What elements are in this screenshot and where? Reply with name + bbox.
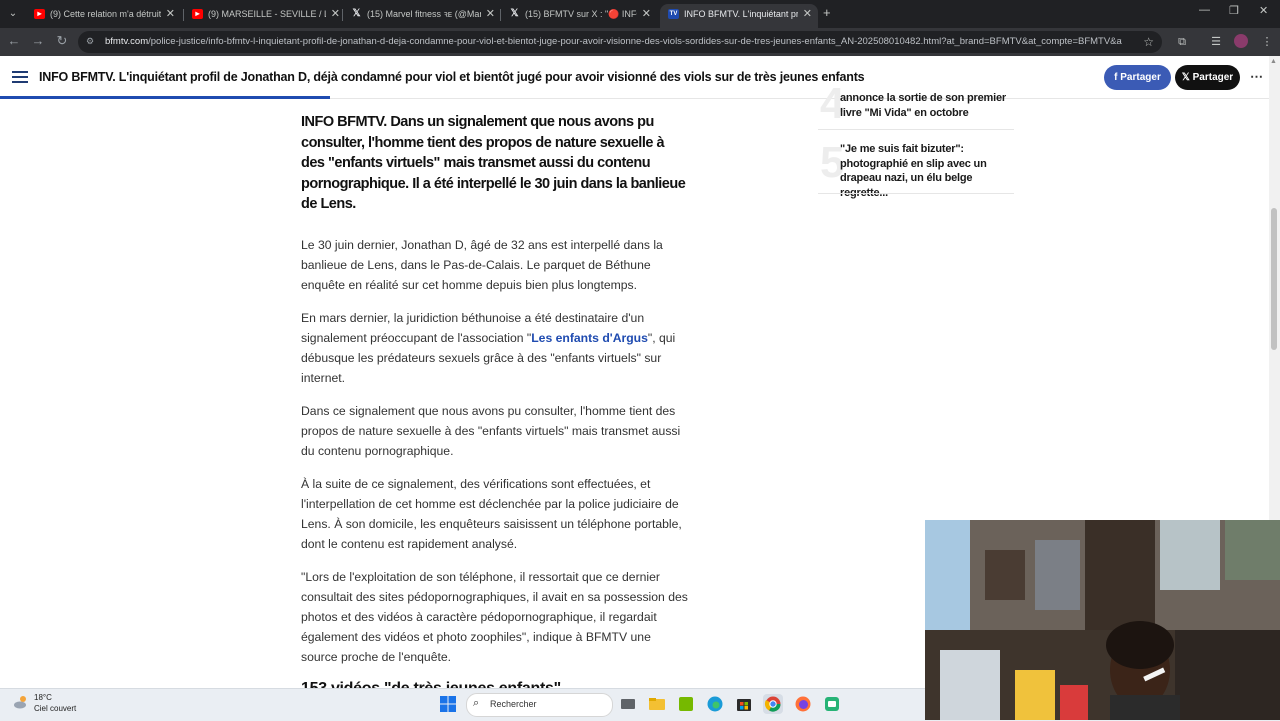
webcam-overlay xyxy=(925,520,1280,720)
browser-menu-icon[interactable]: ⋮ xyxy=(1260,35,1274,49)
bfmtv-icon: TV xyxy=(668,9,679,19)
nvidia-icon[interactable] xyxy=(676,694,696,714)
microsoft-store-icon[interactable] xyxy=(734,694,754,714)
browser-tab-4[interactable]: 𝕏 (15) BFMTV sur X : "🔴 INFO BF ✕ xyxy=(501,4,657,28)
sidebar-item-5[interactable]: 5 "Je me suis fait bizuter": photographi… xyxy=(818,141,1014,199)
url-path: /police-justice/info-bfmtv-l-inquietant-… xyxy=(148,36,1122,47)
chrome-browser-icon[interactable] xyxy=(763,694,783,714)
messaging-app-icon[interactable] xyxy=(822,694,842,714)
tab-strip: ⌄ ▸ (9) Cette relation m'a détruite - ✕ … xyxy=(0,0,1280,28)
search-placeholder: Rechercher xyxy=(490,699,537,709)
article-paragraph-5: "Lors de l'exploitation de son téléphone… xyxy=(301,569,688,664)
browser-tab-2[interactable]: ▸ (9) MARSEILLE - SEVILLE / LIVE M ✕ xyxy=(184,4,346,28)
forward-icon[interactable]: → xyxy=(29,32,47,50)
article-paragraph-1: Le 30 juin dernier, Jonathan D, âgé de 3… xyxy=(301,237,663,292)
browser-toolbar: ← → ↻ ⚙ bfmtv.com/police-justice/info-bf… xyxy=(0,28,1280,56)
youtube-icon: ▸ xyxy=(192,9,203,19)
close-tab-icon[interactable]: ✕ xyxy=(803,4,812,24)
sidebar-item-title[interactable]: "Je me suis fait bizuter": photographié … xyxy=(840,142,1015,200)
share-facebook-label: Partager xyxy=(1120,72,1161,83)
bookmark-star-icon[interactable]: ☆ xyxy=(1143,31,1154,53)
close-tab-icon[interactable]: ✕ xyxy=(642,4,651,24)
taskbar-search-box[interactable]: ⌕ Rechercher xyxy=(466,693,613,717)
tab-search-chevron-icon[interactable]: ⌄ xyxy=(4,5,22,23)
weather-temperature: 18°C xyxy=(34,693,52,702)
article-chapo: INFO BFMTV. Dans un signalement que nous… xyxy=(301,114,686,212)
share-facebook-button[interactable]: f Partager xyxy=(1104,65,1171,90)
close-tab-icon[interactable]: ✕ xyxy=(486,4,495,24)
article-paragraph-2: En mars dernier, la juridiction béthunoi… xyxy=(301,308,689,388)
tab-title: (9) MARSEILLE - SEVILLE / LIVE M xyxy=(208,9,326,19)
article-body: INFO BFMTV. Dans un signalement que nous… xyxy=(301,112,689,698)
weather-description: Ciel couvert xyxy=(34,704,77,713)
youtube-icon: ▸ xyxy=(34,9,45,19)
sidebar-divider xyxy=(818,129,1014,130)
tab-title: (15) Marvel fitness ꝛᴇ (@Marvel xyxy=(367,9,481,19)
tab-title: INFO BFMTV. L'inquiétant profil xyxy=(684,9,798,19)
browser-tab-5[interactable]: TV INFO BFMTV. L'inquiétant profil ✕ xyxy=(660,4,818,28)
scrollbar-thumb[interactable] xyxy=(1271,208,1277,350)
search-icon: ⌕ xyxy=(473,697,480,709)
browser-tab-1[interactable]: ▸ (9) Cette relation m'a détruite - ✕ xyxy=(26,4,181,28)
new-tab-icon[interactable]: + xyxy=(823,5,831,20)
sidebar-divider xyxy=(818,193,1014,194)
hamburger-menu-icon[interactable] xyxy=(12,71,28,83)
site-info-icon[interactable]: ⚙ xyxy=(86,36,96,46)
header-article-title: INFO BFMTV. L'inquiétant profil de Jonat… xyxy=(39,70,865,84)
reading-progress-bar xyxy=(0,96,330,99)
close-window-icon[interactable]: ✕ xyxy=(1259,4,1268,17)
scroll-up-arrow-icon[interactable]: ▲ xyxy=(1270,58,1277,65)
url-text[interactable]: bfmtv.com/police-justice/info-bfmtv-l-in… xyxy=(105,31,1122,53)
back-icon[interactable]: ← xyxy=(5,32,23,50)
browser-tab-3[interactable]: 𝕏 (15) Marvel fitness ꝛᴇ (@Marvel ✕ xyxy=(343,4,501,28)
task-view-icon[interactable] xyxy=(618,694,638,714)
article-paragraph-4: À la suite de ce signalement, des vérifi… xyxy=(301,476,682,551)
association-link[interactable]: Les enfants d'Argus xyxy=(531,331,648,345)
address-bar[interactable]: ⚙ bfmtv.com/police-justice/info-bfmtv-l-… xyxy=(78,31,1162,53)
url-domain: bfmtv.com xyxy=(105,36,149,47)
file-explorer-icon[interactable] xyxy=(647,694,667,714)
x-icon: 𝕏 xyxy=(510,8,519,19)
windows-start-icon[interactable] xyxy=(438,694,458,714)
tab-title: (15) BFMTV sur X : "🔴 INFO BF xyxy=(525,9,637,19)
sidebar-item-title[interactable]: annonce la sortie de son premier livre "… xyxy=(840,91,1015,120)
extensions-icon[interactable]: ⧉ xyxy=(1175,35,1189,49)
more-options-icon[interactable]: ⋯ xyxy=(1250,69,1263,85)
reading-list-icon[interactable]: ☰ xyxy=(1209,35,1223,49)
share-x-button[interactable]: 𝕏 Partager xyxy=(1175,65,1240,90)
close-tab-icon[interactable]: ✕ xyxy=(331,4,340,24)
firefox-icon[interactable] xyxy=(793,694,813,714)
sidebar-item-4[interactable]: 4 annonce la sortie de son premier livre… xyxy=(818,82,1015,132)
tab-title: (9) Cette relation m'a détruite - xyxy=(50,9,161,19)
cloudy-weather-icon[interactable] xyxy=(12,694,28,710)
reload-icon[interactable]: ↻ xyxy=(53,32,71,50)
x-icon: 𝕏 xyxy=(1181,72,1193,83)
close-tab-icon[interactable]: ✕ xyxy=(166,4,175,24)
maximize-icon[interactable]: ❐ xyxy=(1229,4,1239,17)
article-paragraph-3: Dans ce signalement que nous avons pu co… xyxy=(301,403,681,458)
minimize-icon[interactable]: — xyxy=(1199,4,1210,16)
x-icon: 𝕏 xyxy=(352,8,361,19)
edge-browser-icon[interactable] xyxy=(705,694,725,714)
profile-avatar[interactable] xyxy=(1234,34,1248,48)
share-x-label: Partager xyxy=(1192,72,1234,83)
